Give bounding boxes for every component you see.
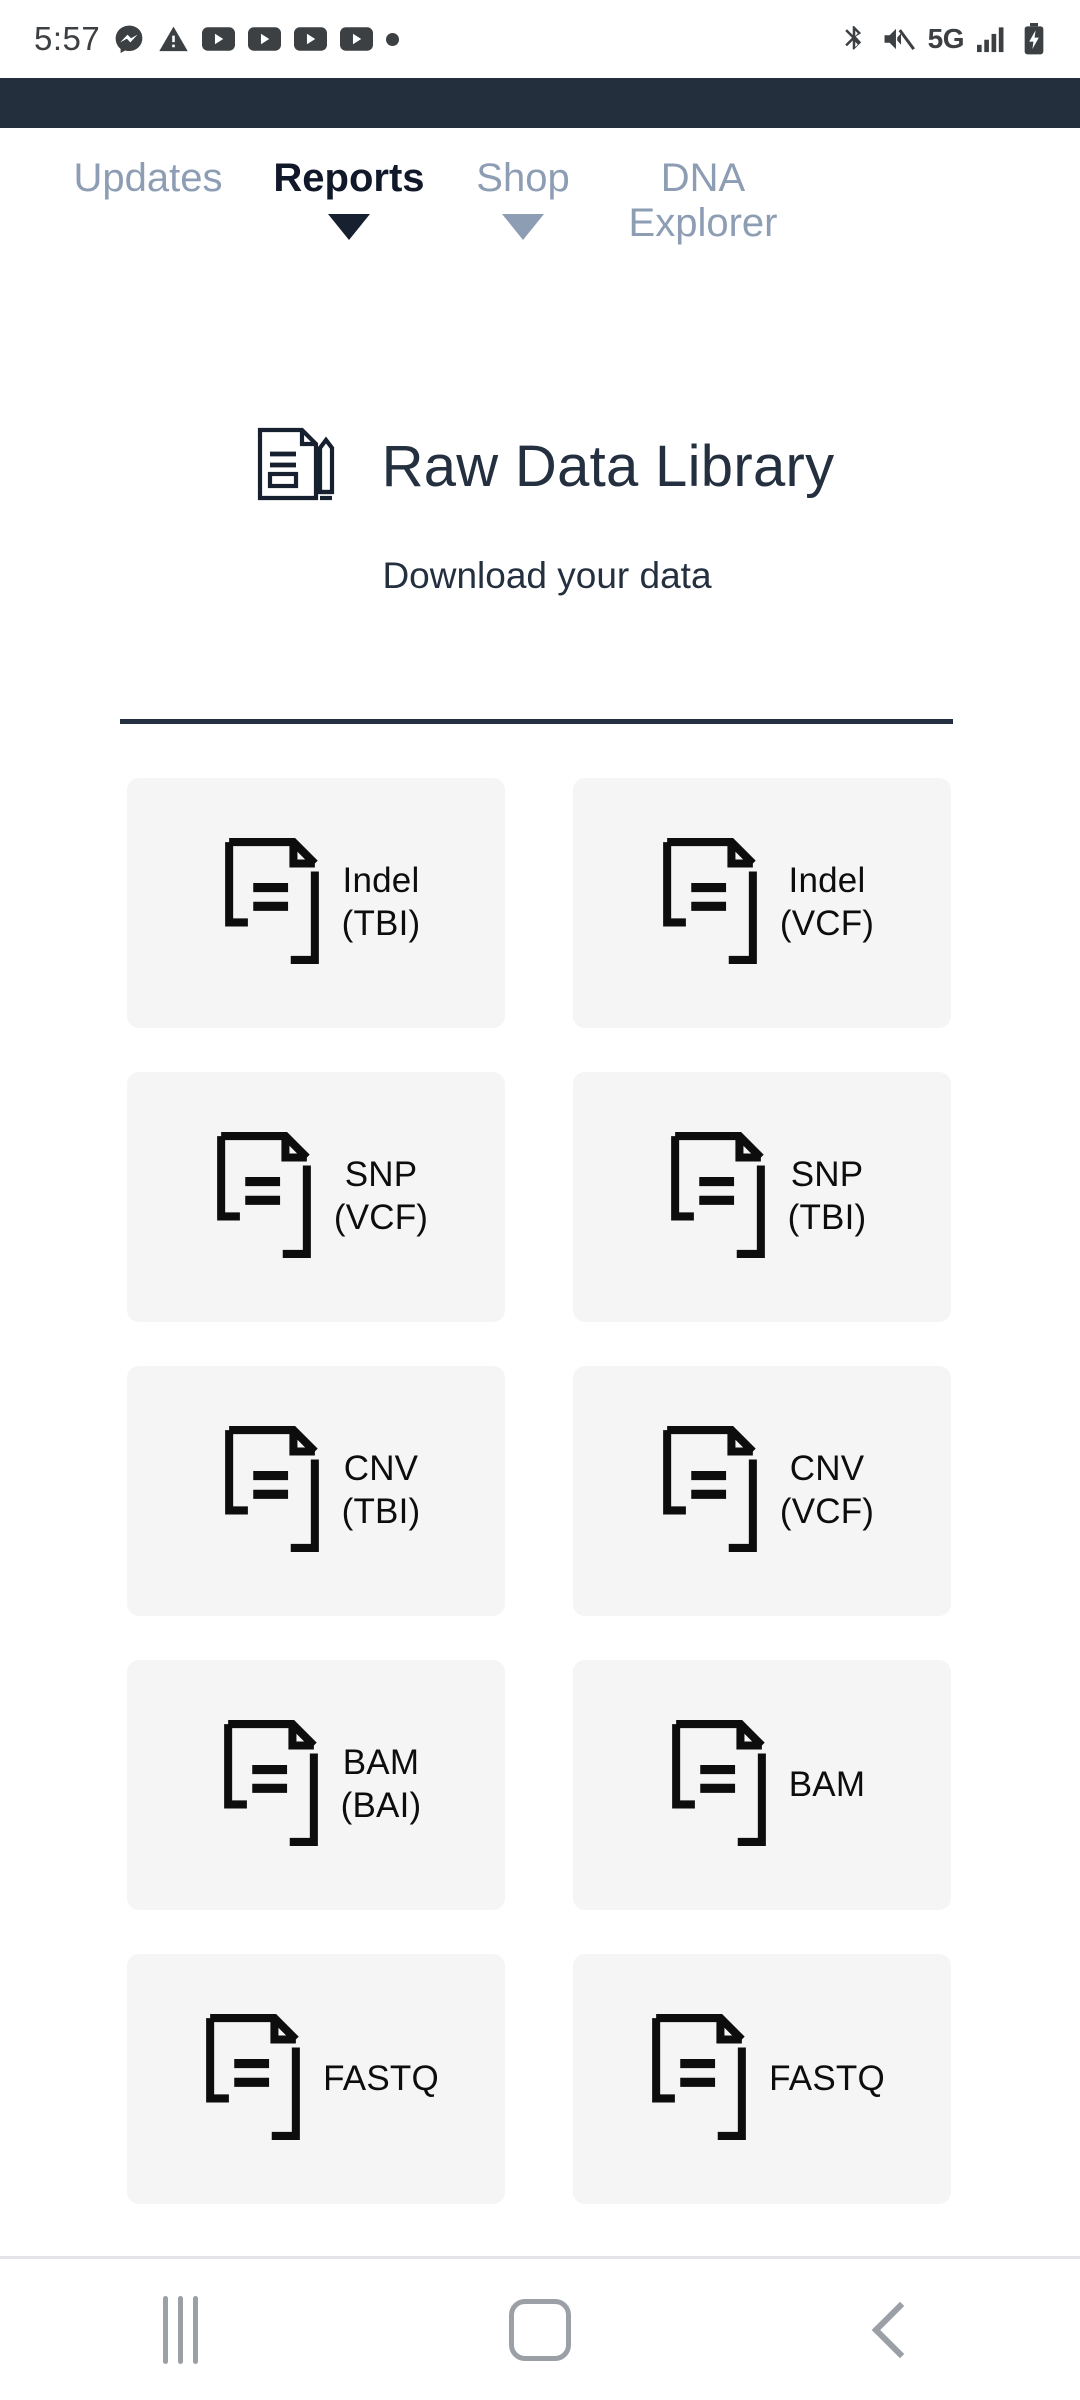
status-bar-right: 5G bbox=[839, 23, 1046, 55]
raw-data-card[interactable]: Indel (TBI) bbox=[127, 778, 505, 1028]
file-document-icon bbox=[659, 1708, 779, 1863]
card-label: Indel (VCF) bbox=[779, 861, 875, 943]
card-label: BAM bbox=[788, 1764, 866, 1804]
status-time: 5:57 bbox=[34, 20, 101, 57]
file-document-icon bbox=[212, 1414, 332, 1569]
nav-item-shop[interactable]: Shop bbox=[448, 156, 598, 240]
card-label: FASTQ bbox=[323, 2058, 439, 2098]
page-header: Raw Data Library Download your data bbox=[0, 420, 1080, 597]
youtube-icon bbox=[248, 27, 282, 51]
chevron-down-icon bbox=[328, 214, 370, 240]
file-document-icon bbox=[650, 1414, 770, 1569]
bluetooth-icon bbox=[839, 24, 869, 54]
dot-icon bbox=[386, 32, 400, 46]
chevron-down-icon bbox=[502, 214, 544, 240]
page-subtitle: Download your data bbox=[382, 555, 712, 596]
nav-item-dna-explorer[interactable]: DNA Explorer bbox=[598, 156, 808, 246]
card-label: CNV (TBI) bbox=[341, 1449, 421, 1531]
nav-label-dna-explorer: DNA Explorer bbox=[628, 156, 778, 245]
card-label: SNP (TBI) bbox=[787, 1155, 867, 1237]
document-pencil-icon bbox=[252, 420, 340, 513]
status-bar: 5:57 5G bbox=[0, 0, 1080, 78]
nav-item-reports[interactable]: Reports bbox=[250, 156, 448, 240]
recents-icon bbox=[162, 2295, 198, 2364]
file-document-icon bbox=[212, 826, 332, 981]
file-document-icon bbox=[639, 2002, 759, 2157]
file-document-icon bbox=[658, 1120, 778, 1275]
status-bar-left: 5:57 bbox=[34, 20, 839, 58]
card-label: FASTQ bbox=[769, 2058, 885, 2098]
file-document-icon bbox=[204, 1120, 324, 1275]
back-chevron-icon bbox=[871, 2301, 929, 2358]
nav-label-reports: Reports bbox=[273, 156, 425, 200]
home-button[interactable] bbox=[450, 2275, 630, 2385]
network-type-label: 5G bbox=[927, 23, 965, 54]
signal-bars-icon bbox=[977, 25, 1009, 53]
file-document-icon bbox=[193, 2002, 313, 2157]
volume-mute-icon bbox=[882, 24, 915, 54]
raw-data-card[interactable]: FASTQ bbox=[573, 1954, 951, 2204]
youtube-icon bbox=[340, 27, 374, 51]
raw-data-card[interactable]: BAM bbox=[573, 1660, 951, 1910]
raw-data-card[interactable]: SNP (TBI) bbox=[573, 1072, 951, 1322]
phone-screen: 5:57 5G Updates Reports Shop DNA Explore… bbox=[0, 0, 1080, 2400]
nav-label-updates: Updates bbox=[73, 156, 223, 200]
header-divider bbox=[120, 719, 953, 724]
file-document-icon bbox=[211, 1708, 331, 1863]
messenger-icon bbox=[113, 23, 145, 55]
recents-button[interactable] bbox=[90, 2275, 270, 2385]
card-label: Indel (TBI) bbox=[341, 861, 421, 943]
file-document-icon bbox=[650, 826, 770, 981]
warning-icon bbox=[158, 24, 189, 55]
youtube-icon bbox=[202, 27, 236, 51]
raw-data-card[interactable]: SNP (VCF) bbox=[127, 1072, 505, 1322]
card-label: BAM (BAI) bbox=[340, 1743, 422, 1825]
nav-item-updates[interactable]: Updates bbox=[46, 156, 250, 200]
android-nav-bar bbox=[0, 2259, 1080, 2400]
raw-data-card[interactable]: FASTQ bbox=[127, 1954, 505, 2204]
nav-label-shop: Shop bbox=[476, 156, 570, 200]
top-navigation: Updates Reports Shop DNA Explorer bbox=[0, 128, 1080, 340]
raw-data-card[interactable]: Indel (VCF) bbox=[573, 778, 951, 1028]
back-button[interactable] bbox=[810, 2275, 990, 2385]
raw-data-card[interactable]: CNV (TBI) bbox=[127, 1366, 505, 1616]
card-label: SNP (VCF) bbox=[333, 1155, 429, 1237]
app-top-bar bbox=[0, 78, 1080, 128]
battery-charging-icon bbox=[1022, 23, 1046, 55]
card-label: CNV (VCF) bbox=[779, 1449, 875, 1531]
raw-data-grid: Indel (TBI) Indel (VCF) SNP (VCF) SNP (T… bbox=[127, 778, 953, 2204]
raw-data-card[interactable]: CNV (VCF) bbox=[573, 1366, 951, 1616]
page-title: Raw Data Library bbox=[381, 434, 835, 499]
home-icon bbox=[509, 2298, 571, 2361]
youtube-icon bbox=[294, 27, 328, 51]
raw-data-card[interactable]: BAM (BAI) bbox=[127, 1660, 505, 1910]
